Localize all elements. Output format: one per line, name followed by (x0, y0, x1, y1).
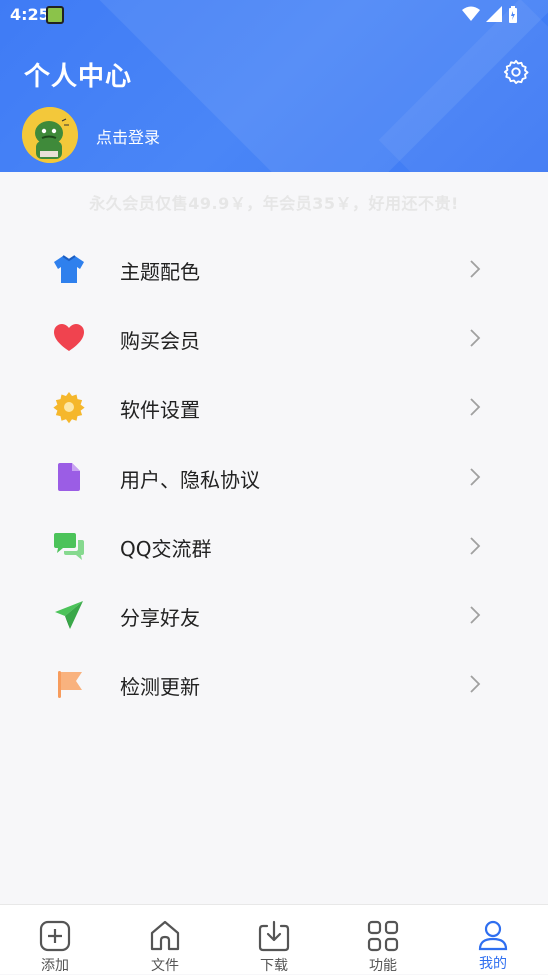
grid-icon (367, 920, 399, 952)
chevron-right-icon (470, 260, 481, 278)
login-link[interactable]: 点击登录 (96, 124, 160, 148)
tab-label: 功能 (369, 958, 397, 974)
menu-item-label: 主题配色 (120, 260, 200, 284)
avatar[interactable] (22, 107, 78, 163)
menu-item-label: 用户、隐私协议 (120, 467, 260, 492)
profile-header: 4:25 个人中心 点击登录 (0, 0, 548, 172)
menu-item-privacy-agreement[interactable]: 用户、隐私协议 (0, 442, 548, 511)
chat-icon (54, 532, 84, 560)
paper-plane-icon (55, 600, 83, 629)
chevron-right-icon (470, 606, 481, 624)
download-icon (258, 920, 290, 952)
menu-item-label: 检测更新 (120, 675, 200, 700)
chevron-right-icon (470, 398, 481, 417)
battery-icon (509, 6, 517, 23)
gear-icon (503, 59, 529, 85)
flag-icon (58, 671, 82, 699)
chevron-right-icon (470, 329, 481, 347)
document-icon (58, 462, 80, 491)
user-icon (478, 920, 508, 951)
gear-icon (53, 392, 85, 424)
tab-mine[interactable]: 我的 (438, 905, 548, 975)
tab-label: 下载 (260, 958, 288, 974)
tab-files[interactable]: 文件 (110, 905, 220, 975)
chevron-right-icon (470, 675, 481, 693)
signal-icon (486, 6, 502, 22)
bottom-tab-bar: 添加 文件 下载 功能 我的 (0, 904, 548, 974)
add-icon (39, 920, 71, 952)
membership-promo-text: 永久会员仅售49.9￥，年会员35￥，好用还不贵! (89, 194, 459, 213)
chevron-right-icon (470, 537, 481, 555)
status-indicators (462, 6, 518, 24)
tab-add[interactable]: 添加 (0, 905, 110, 975)
shirt-icon (54, 255, 84, 283)
tab-download[interactable]: 下载 (219, 905, 329, 975)
avatar-image (22, 107, 78, 163)
settings-button[interactable] (502, 58, 530, 86)
menu-item-theme[interactable]: 主题配色 (0, 234, 548, 303)
status-bar: 4:25 (0, 0, 548, 30)
notification-app-icon (46, 6, 64, 24)
page-title: 个人中心 (24, 62, 133, 92)
tab-label: 文件 (151, 958, 179, 974)
menu-item-app-settings[interactable]: 软件设置 (0, 372, 548, 441)
heart-icon (54, 324, 84, 352)
menu-item-qq-group[interactable]: QQ交流群 (0, 511, 548, 580)
menu-item-share-friends[interactable]: 分享好友 (0, 580, 548, 649)
status-time: 4:25 (10, 5, 50, 24)
menu-item-label: QQ交流群 (120, 536, 212, 561)
menu-item-buy-membership[interactable]: 购买会员 (0, 303, 548, 372)
menu-item-label: 分享好友 (120, 605, 200, 630)
home-icon (150, 920, 180, 951)
menu-item-check-update[interactable]: 检测更新 (0, 649, 548, 718)
settings-menu: 主题配色 购买会员 软件设置 用户、隐私协议 QQ交流群 分享好友 检测更新 (0, 234, 548, 718)
tab-label: 我的 (479, 956, 507, 972)
tab-features[interactable]: 功能 (328, 905, 438, 975)
tab-label: 添加 (41, 958, 69, 974)
menu-item-label: 软件设置 (120, 398, 200, 423)
menu-item-label: 购买会员 (120, 329, 200, 354)
chevron-right-icon (470, 467, 481, 486)
wifi-icon (462, 6, 480, 21)
